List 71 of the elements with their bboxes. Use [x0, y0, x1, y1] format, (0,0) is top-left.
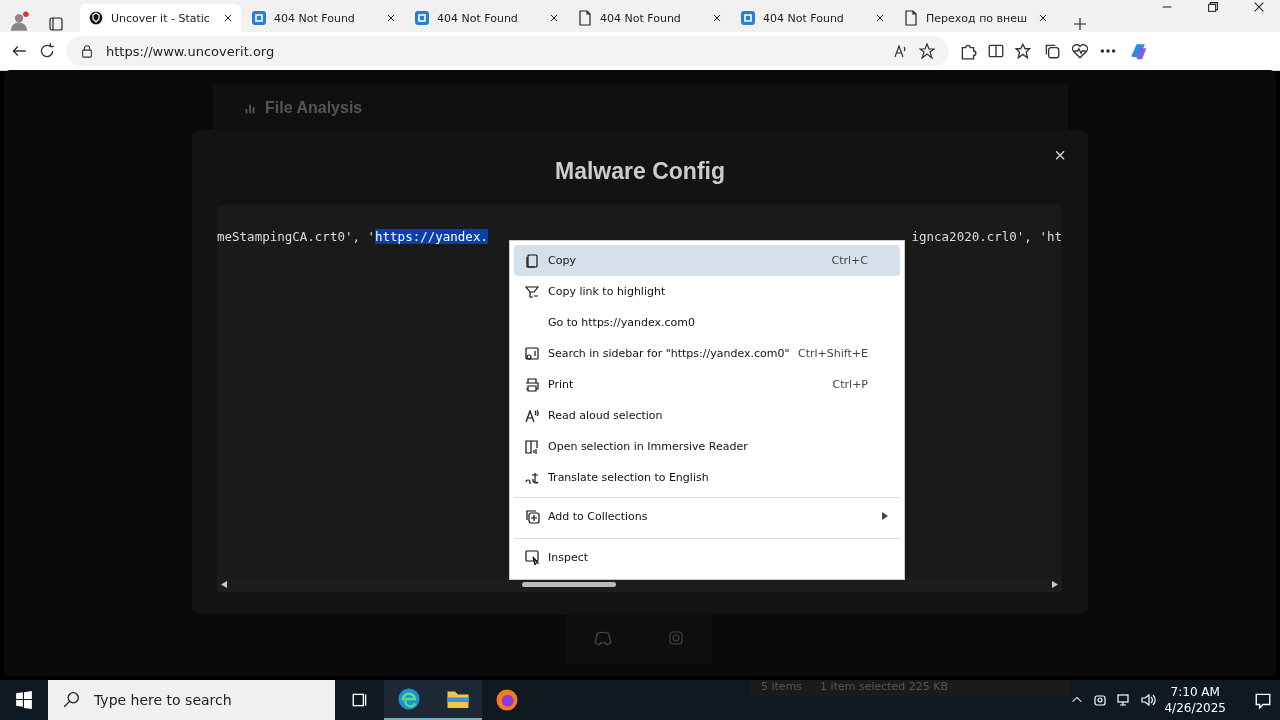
print-icon[interactable]: [524, 376, 540, 393]
browser-tab[interactable]: 404 Not Found: [406, 4, 567, 32]
close-icon[interactable]: [223, 13, 233, 23]
modal-title: Malware Config: [554, 158, 726, 185]
scroll-right-icon[interactable]: [1052, 581, 1058, 588]
menu-item[interactable]: Translate selection to English: [514, 462, 900, 493]
submenu-arrow-icon: [882, 512, 888, 520]
square-logo-icon[interactable]: [740, 10, 756, 26]
menu-item[interactable]: Add to Collections: [514, 497, 900, 534]
tab-actions-icon[interactable]: [48, 16, 64, 32]
meet-now-icon[interactable]: [1092, 692, 1109, 708]
menu-item[interactable]: Open selection in Immersive Reader: [514, 431, 900, 462]
edge-icon[interactable]: [396, 687, 421, 711]
notifications-icon[interactable]: [1254, 691, 1272, 709]
collections-icon[interactable]: [1043, 42, 1061, 60]
firefox-icon[interactable]: [494, 688, 519, 712]
page-icon[interactable]: [903, 10, 919, 26]
square-logo-icon[interactable]: [251, 10, 267, 26]
new-tab-icon[interactable]: [1072, 16, 1088, 32]
sidebar-search-icon[interactable]: [524, 345, 540, 362]
extensions-icon[interactable]: [959, 42, 977, 60]
square-logo-icon[interactable]: [414, 10, 430, 26]
copy-icon[interactable]: [524, 252, 540, 269]
close-icon[interactable]: [549, 13, 559, 23]
profile-icon[interactable]: [8, 10, 30, 32]
lock-icon[interactable]: [80, 44, 94, 58]
code-text: ignca2020.crl0', 'ht: [911, 229, 1062, 244]
menu-item[interactable]: Go to https://yandex.com0: [514, 307, 900, 338]
shield-icon[interactable]: [88, 10, 104, 26]
refresh-icon[interactable]: [38, 42, 56, 60]
code-text: meStampingCA.crt0', ': [217, 229, 376, 244]
inspect-icon[interactable]: [524, 549, 540, 565]
read-aloud-icon[interactable]: [524, 407, 540, 424]
menu-item[interactable]: Copy link to highlight: [514, 276, 900, 307]
favorites-icon[interactable]: [1015, 42, 1033, 60]
split-screen-icon[interactable]: [987, 42, 1005, 60]
task-view-icon[interactable]: [350, 691, 369, 709]
volume-icon[interactable]: [1140, 692, 1157, 708]
taskbar-search-bar[interactable]: Type here to search: [48, 680, 335, 720]
close-icon[interactable]: [386, 13, 396, 23]
close-icon[interactable]: [1038, 13, 1048, 23]
star-icon[interactable]: [919, 43, 935, 59]
browser-tab[interactable]: 404 Not Found: [732, 4, 893, 32]
clock-date: 4/26/2025: [1164, 700, 1226, 716]
close-icon[interactable]: [712, 13, 722, 23]
search-icon[interactable]: [62, 691, 80, 709]
status-text: 1 item selected 225 KB: [820, 680, 949, 695]
restore-icon[interactable]: [1206, 0, 1220, 14]
menu-item[interactable]: Print Ctrl+P: [514, 369, 900, 400]
browser-tab[interactable]: 404 Not Found: [569, 4, 730, 32]
clock-time: 7:10 AM: [1170, 684, 1220, 700]
menu-item[interactable]: Copy Ctrl+C: [514, 245, 900, 276]
browser-tab[interactable]: Переход по внеш: [895, 4, 1056, 32]
close-icon[interactable]: [1252, 0, 1266, 14]
browser-tab[interactable]: 404 Not Found: [243, 4, 404, 32]
close-button[interactable]: ×: [1050, 144, 1070, 167]
page-icon[interactable]: [577, 10, 593, 26]
section-title: File Analysis: [265, 99, 363, 117]
immersive-reader-icon[interactable]: [524, 438, 540, 455]
search-field[interactable]: Type here to search: [92, 691, 326, 709]
scroll-left-icon[interactable]: [221, 581, 227, 588]
heartbeat-icon[interactable]: [1071, 42, 1089, 60]
windows-start-icon[interactable]: [15, 691, 33, 709]
menu-item[interactable]: Inspect: [514, 538, 900, 575]
collections-add-icon[interactable]: [524, 508, 540, 524]
browser-tab[interactable]: Uncover it - Static: [80, 4, 241, 32]
address-bar[interactable]: https://www.uncoverit.org: [66, 36, 949, 66]
close-icon[interactable]: [875, 13, 885, 23]
menu-item[interactable]: Search in sidebar for "https://yandex.com0" Ctrl+Shift+E: [514, 338, 900, 369]
selected-text: https://yandex.: [375, 229, 488, 244]
menu-item[interactable]: Read aloud selection: [514, 400, 900, 431]
